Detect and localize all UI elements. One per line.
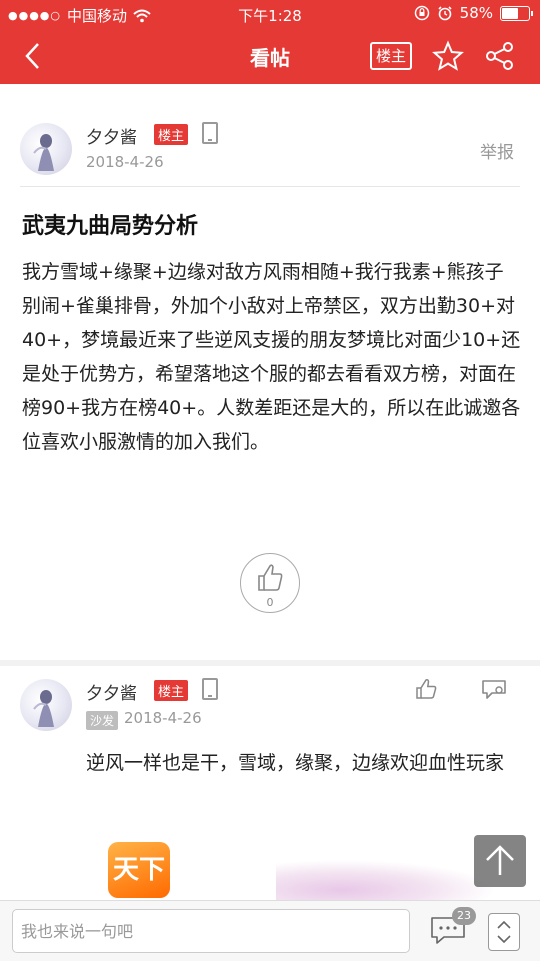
post-author[interactable]: 夕夕酱 (86, 123, 137, 148)
orientation-lock-icon (414, 5, 429, 21)
post-title: 武夷九曲局势分析 (22, 214, 199, 239)
like-button[interactable]: 0 (240, 553, 300, 613)
share-icon[interactable] (484, 40, 516, 72)
post-body: 我方雪域+缘聚+边缘对敌方风雨相随+我行我素+熊孩子别闹+雀巢排骨，外加个小敌对… (22, 261, 521, 453)
avatar[interactable] (20, 123, 72, 175)
thumbs-up-icon (258, 564, 283, 591)
avatar-figure-icon (33, 690, 54, 727)
mobile-icon (202, 122, 218, 144)
floor-label: 沙发 (86, 711, 119, 730)
owner-badge: 楼主 (154, 124, 189, 145)
reply-image[interactable]: 天下 (86, 830, 526, 900)
battery-level (502, 7, 519, 19)
owner-only-button[interactable]: 楼主 (370, 42, 412, 70)
reply-author[interactable]: 夕夕酱 (86, 679, 137, 704)
status-right: 58% (414, 4, 533, 22)
section-separator (0, 660, 540, 666)
up-down-icon (497, 920, 511, 944)
reply-avatar[interactable] (20, 679, 72, 731)
reply-like-icon[interactable] (414, 678, 438, 700)
comment-input[interactable]: 我也来说一句吧 (12, 909, 410, 953)
reply-body: 逆风一样也是干，雪域，缘聚，边缘欢迎血性玩家 (86, 752, 505, 774)
reply-date: 2018-4-26 (124, 709, 202, 727)
bottom-bar: 我也来说一句吧 23 (0, 900, 540, 961)
like-count: 0 (266, 596, 274, 609)
game-logo-image: 天下 (108, 842, 170, 898)
report-button[interactable]: 举报 (480, 138, 514, 163)
status-bar: ●●●●○ 中国移动 下午1:28 58% (0, 0, 540, 28)
battery-icon (500, 5, 533, 21)
back-to-top-button[interactable] (474, 835, 526, 887)
comment-count-badge: 23 (452, 907, 476, 925)
mobile-icon (202, 678, 218, 700)
nav-bar: 看帖 楼主 (0, 28, 540, 84)
post-date: 2018-4-26 (86, 153, 164, 171)
reply-owner-badge: 楼主 (154, 680, 189, 701)
alarm-icon (438, 6, 452, 21)
divider (20, 186, 520, 187)
battery-percent: 58% (459, 4, 493, 22)
star-icon[interactable] (432, 40, 464, 72)
reply-comment-icon[interactable] (480, 678, 508, 700)
avatar-figure-icon (33, 134, 54, 171)
arrow-up-icon (486, 845, 514, 875)
flower-image-fragment (276, 860, 496, 900)
page-jump-button[interactable] (488, 913, 520, 951)
